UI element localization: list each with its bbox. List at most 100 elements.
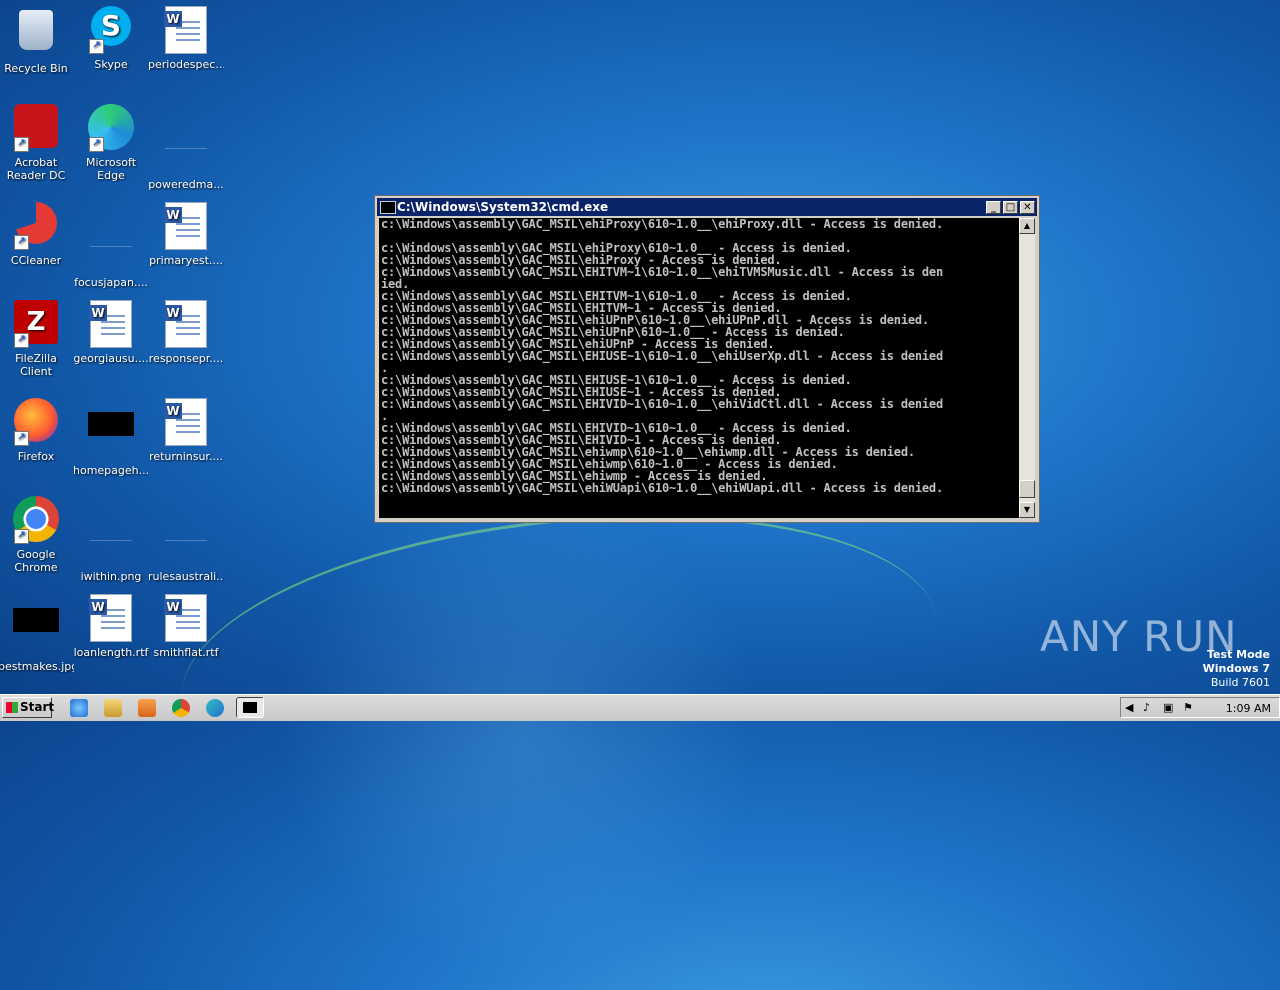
desktop-icon-label: iwithin.png	[80, 570, 142, 583]
desktop-icon[interactable]: iwithin.png	[73, 496, 149, 583]
cmd-taskbar-icon	[243, 702, 257, 713]
explorer-icon[interactable]	[104, 699, 122, 717]
desktop-icon[interactable]: ↗ CCleaner	[0, 202, 74, 267]
word-file-icon: W	[162, 398, 210, 446]
shortcut-arrow-icon: ↗	[14, 431, 29, 446]
filezilla-icon: Z ↗	[12, 300, 60, 348]
desktop-icon[interactable]: Z ↗ FileZilla Client	[0, 300, 74, 378]
windows-flag-icon	[6, 702, 18, 713]
firefox-icon: ↗	[12, 398, 60, 446]
shortcut-arrow-icon: ↗	[89, 39, 104, 54]
desktop-icon[interactable]: homepageh....	[73, 398, 149, 477]
cmd-taskbar-button[interactable]	[236, 697, 264, 718]
desktop-icon[interactable]: ↗ Google Chrome	[0, 496, 74, 574]
desktop-icon[interactable]: rulesaustrali....	[148, 496, 224, 583]
desktop-icon[interactable]: Recycle Bin	[0, 6, 74, 75]
shortcut-arrow-icon: ↗	[14, 137, 29, 152]
word-file-icon: W	[87, 594, 135, 642]
console-text: c:\Windows\assembly\GAC_MSIL\ehiProxy\61…	[381, 218, 943, 495]
desktop-icon[interactable]: Wreturninsur....	[148, 398, 224, 463]
close-button[interactable]: ✕	[1020, 201, 1035, 214]
shortcut-arrow-icon: ↗	[14, 529, 29, 544]
blank-file-icon	[87, 518, 135, 566]
desktop-icon-label: poweredma...	[148, 178, 224, 191]
watermark-line-3: Build 7601	[1210, 676, 1270, 689]
clock[interactable]: 1:09 AM	[1226, 702, 1271, 715]
word-file-icon: W	[87, 300, 135, 348]
desktop-icon[interactable]: Wprimaryest....	[148, 202, 224, 267]
desktop-icon[interactable]: ↗ Acrobat Reader DC	[0, 104, 74, 182]
window-title: C:\Windows\System32\cmd.exe	[397, 200, 609, 214]
blank-file-icon	[87, 224, 135, 272]
chrome-icon: ↗	[12, 496, 60, 544]
watermark-line-2: Windows 7	[1202, 662, 1270, 675]
scroll-up-button[interactable]: ▲	[1019, 218, 1035, 234]
shortcut-arrow-icon: ↗	[89, 137, 104, 152]
media-player-icon[interactable]	[138, 699, 156, 717]
chrome-taskbar-icon[interactable]	[172, 699, 190, 717]
action-center-flag-icon[interactable]: ⚑	[1183, 701, 1193, 714]
word-file-icon: W	[162, 300, 210, 348]
desktop-icon[interactable]: ↗ Firefox	[0, 398, 74, 463]
network-icon[interactable]: ▣	[1163, 701, 1173, 714]
desktop-icon-label: Firefox	[17, 450, 55, 463]
desktop-icon-label: Recycle Bin	[4, 62, 68, 75]
desktop-icon[interactable]: S ↗ Skype	[73, 6, 149, 71]
desktop-icon-label: homepageh....	[73, 464, 149, 477]
desktop-icon[interactable]: Wloanlength.rtf	[73, 594, 149, 659]
desktop-icon[interactable]: Wperiodespec...	[148, 6, 224, 71]
desktop-icon-label: primaryest....	[149, 254, 223, 267]
desktop-icon-label: smithflat.rtf	[153, 646, 219, 659]
ccleaner-icon: ↗	[12, 202, 60, 250]
taskbar: Start ◀ ♪ ▣ ⚑ 1:09 AM	[0, 694, 1280, 721]
shortcut-arrow-icon: ↗	[14, 333, 29, 348]
ie-icon[interactable]	[70, 699, 88, 717]
desktop-icon-label: Microsoft Edge	[85, 156, 137, 182]
desktop-icon-label: periodespec...	[148, 58, 224, 71]
desktop-icon[interactable]: Wsmithflat.rtf	[148, 594, 224, 659]
desktop-icon-label: Acrobat Reader DC	[6, 156, 66, 182]
wallpaper-glow-2	[260, 470, 780, 990]
maximize-button[interactable]: □	[1003, 201, 1018, 214]
cmd-titlebar[interactable]: C:\Windows\System32\cmd.exe _ □ ✕	[377, 198, 1037, 216]
scroll-down-button[interactable]: ▼	[1019, 502, 1035, 518]
desktop-icon-label: focusjapan....	[74, 276, 148, 289]
word-file-icon: W	[162, 202, 210, 250]
desktop-icon[interactable]: ↗ Microsoft Edge	[73, 104, 149, 182]
desktop-icon-label: Skype	[94, 58, 128, 71]
tray-expand-icon[interactable]: ◀	[1125, 701, 1133, 714]
cmd-icon	[380, 201, 396, 214]
cmd-window[interactable]: C:\Windows\System32\cmd.exe _ □ ✕ c:\Win…	[374, 195, 1040, 523]
desktop-icon-label: rulesaustrali....	[148, 570, 224, 583]
black-image-icon	[87, 412, 135, 460]
desktop-icon[interactable]: focusjapan....	[73, 202, 149, 289]
edge-taskbar-icon[interactable]	[206, 699, 224, 717]
desktop-icon-label: Google Chrome	[14, 548, 58, 574]
desktop-icon-label: returninsur....	[149, 450, 223, 463]
system-tray: ◀ ♪ ▣ ⚑ 1:09 AM	[1120, 697, 1280, 718]
watermark-line-1: Test Mode	[1207, 648, 1270, 661]
edge-icon: ↗	[87, 104, 135, 152]
minimize-button[interactable]: _	[986, 201, 1001, 214]
blank-file-icon	[162, 126, 210, 174]
desktop-icon-label: CCleaner	[10, 254, 62, 267]
volume-icon[interactable]: ♪	[1143, 701, 1150, 714]
vertical-scrollbar[interactable]: ▲ ▼	[1019, 218, 1035, 518]
shortcut-arrow-icon: ↗	[14, 235, 29, 250]
test-mode-watermark: Test Mode Windows 7 Build 7601	[1203, 648, 1270, 690]
recycle-bin-icon	[12, 10, 60, 58]
desktop-icon[interactable]: Wgeorgiausu....	[73, 300, 149, 365]
blank-file-icon	[162, 518, 210, 566]
black-image-icon	[12, 608, 60, 656]
word-file-icon: W	[162, 6, 210, 54]
desktop-icon[interactable]: Wresponsepr....	[148, 300, 224, 365]
desktop-icon-label: responsepr....	[148, 352, 224, 365]
desktop-icon[interactable]: bestmakes.jpg	[0, 594, 74, 673]
start-label: Start	[20, 700, 55, 714]
console-output[interactable]: c:\Windows\assembly\GAC_MSIL\ehiProxy\61…	[379, 218, 1021, 518]
desktop-icon-label: bestmakes.jpg	[0, 660, 74, 673]
desktop-icon[interactable]: poweredma...	[148, 104, 224, 191]
start-button[interactable]: Start	[2, 697, 55, 718]
desktop-icon-label: FileZilla Client	[15, 352, 57, 378]
scroll-thumb[interactable]	[1019, 480, 1035, 498]
